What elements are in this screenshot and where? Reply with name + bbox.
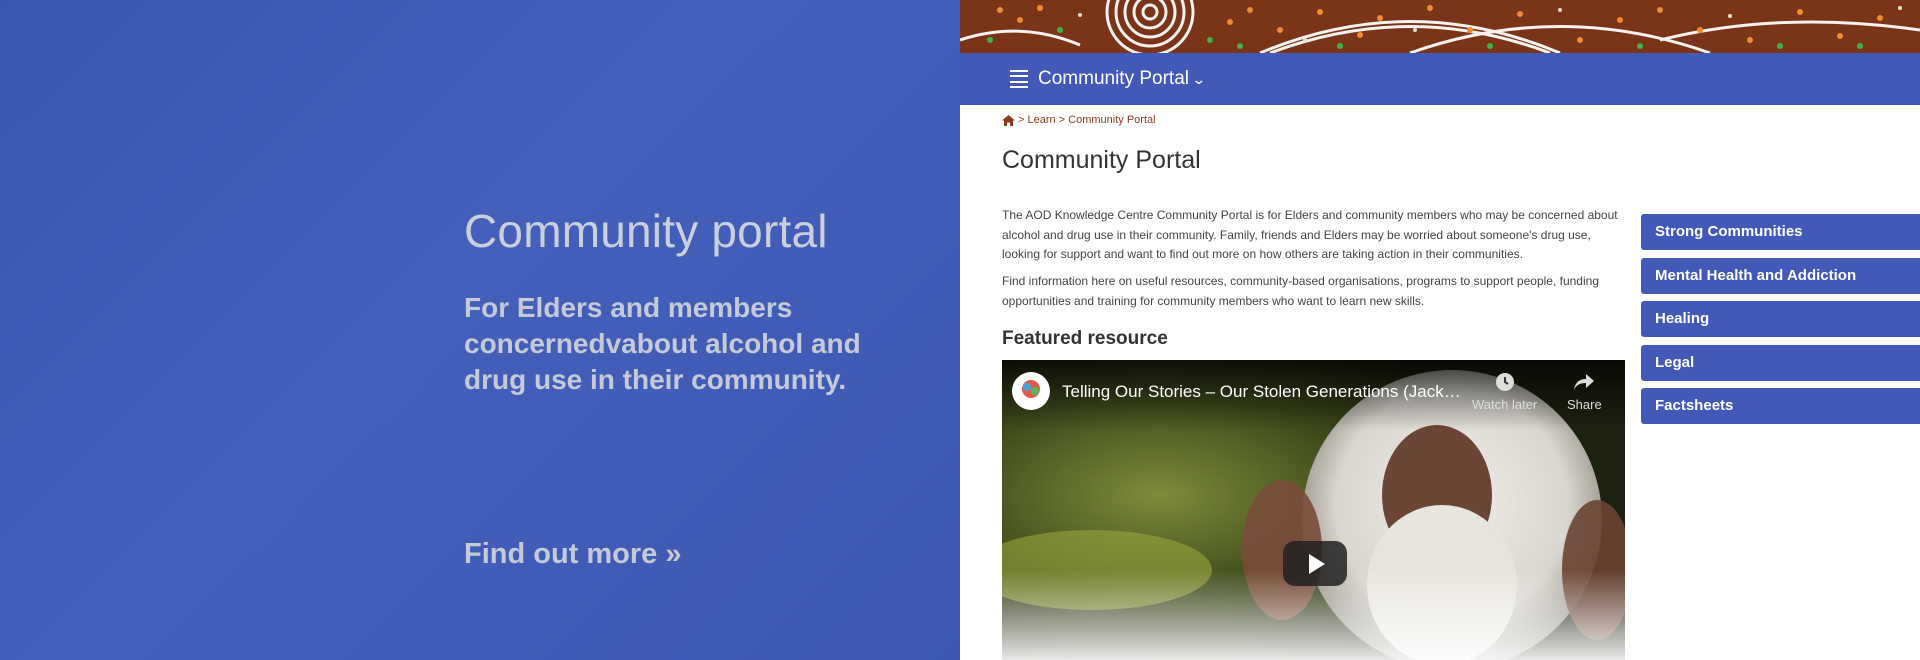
clock-icon <box>1495 373 1514 391</box>
side-nav-legal[interactable]: Legal <box>1641 344 1920 381</box>
video-title[interactable]: Telling Our Stories – Our Stolen Generat… <box>1062 382 1462 402</box>
channel-logo-icon[interactable] <box>1012 372 1050 410</box>
hero-subtitle: For Elders and members concernedvabout a… <box>464 292 861 395</box>
featured-resource-heading: Featured resource <box>1002 328 1168 349</box>
menu-icon[interactable] <box>1010 70 1028 88</box>
hero-panel: Community portal For Elders and members … <box>0 0 960 660</box>
find-out-more-link[interactable]: Find out more » <box>464 538 682 571</box>
intro-paragraph-2: Find information here on useful resource… <box>1002 274 1599 308</box>
share-button[interactable]: Share <box>1567 372 1602 412</box>
portal-navbar: Community Portal ⌄ <box>960 53 1920 105</box>
hero-title: Community portal <box>464 205 828 257</box>
chevron-down-icon[interactable]: ⌄ <box>1191 71 1206 88</box>
side-nav-factsheets[interactable]: Factsheets <box>1641 388 1920 424</box>
watch-later-button[interactable]: Watch later <box>1472 372 1537 412</box>
intro-paragraph: The AOD Knowledge Centre Community Porta… <box>1002 208 1618 261</box>
portal-menu-toggle[interactable]: Community Portal <box>1038 68 1189 90</box>
share-icon <box>1574 374 1595 390</box>
home-icon[interactable] <box>1002 114 1015 126</box>
side-nav-strong-communities[interactable]: Strong Communities <box>1641 214 1920 250</box>
play-button[interactable] <box>1283 541 1347 586</box>
page-title: Community Portal <box>1002 146 1201 174</box>
video-player[interactable]: Telling Our Stories – Our Stolen Generat… <box>1002 360 1625 660</box>
breadcrumb-text[interactable]: > Learn > Community Portal <box>1018 114 1156 126</box>
side-nav: Strong Communities Mental Health and Add… <box>1641 214 1920 432</box>
watch-later-label: Watch later <box>1472 397 1538 412</box>
side-nav-mental-health[interactable]: Mental Health and Addiction <box>1641 257 1920 294</box>
breadcrumb: > Learn > Community Portal <box>1002 114 1156 126</box>
aboriginal-art-banner <box>960 0 1920 53</box>
share-label: Share <box>1567 397 1602 412</box>
portal-screenshot: Community Portal ⌄ > Learn > Community P… <box>960 0 1920 660</box>
side-nav-healing[interactable]: Healing <box>1641 301 1920 337</box>
